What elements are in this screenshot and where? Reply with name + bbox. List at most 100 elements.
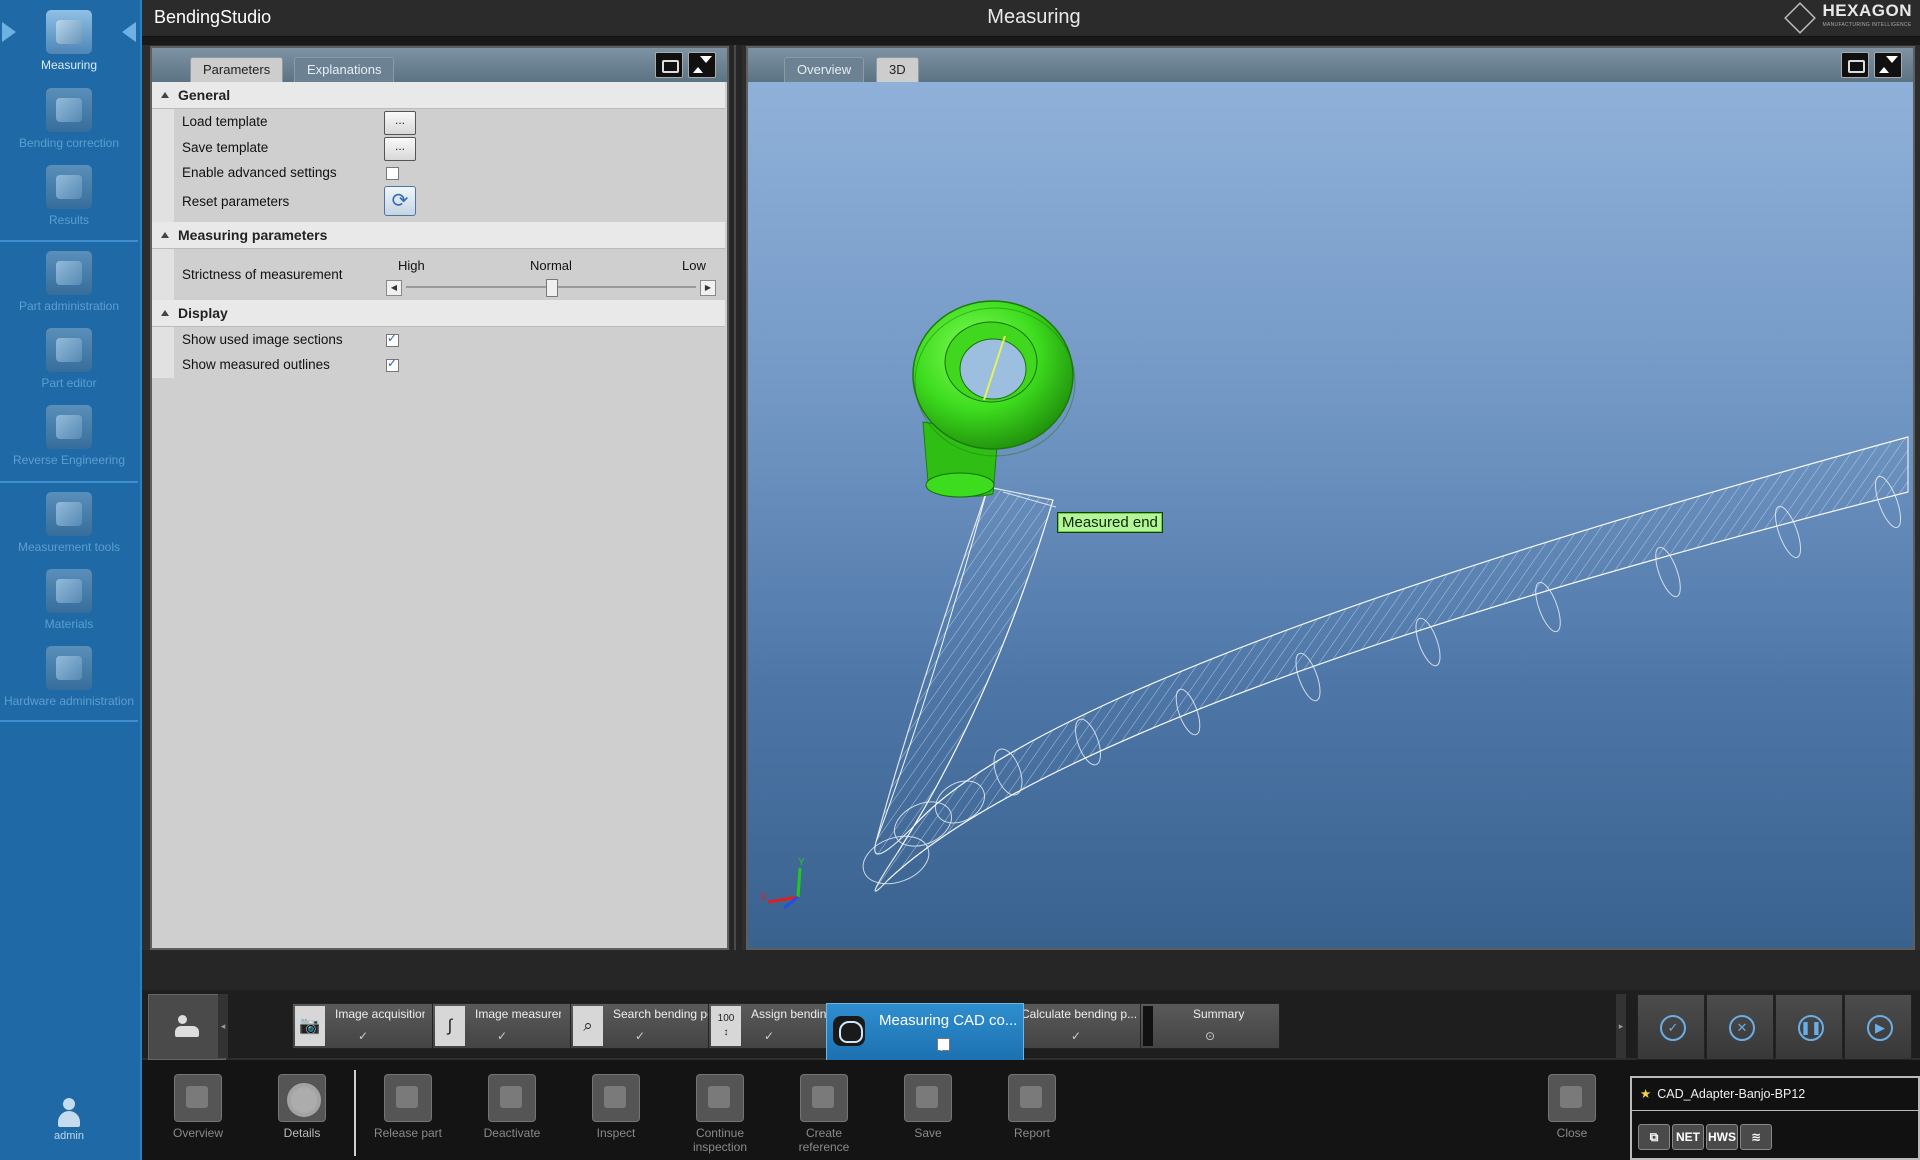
confirm-button[interactable]: ✓ xyxy=(1637,994,1705,1060)
step-status: ⊙ xyxy=(1204,1029,1216,1043)
strictness-normal-label: Normal xyxy=(530,258,572,273)
expand-panel-icon[interactable] xyxy=(1874,52,1902,78)
pause-button[interactable]: ❚❚ xyxy=(1775,994,1843,1060)
sidebar-item-bending-correction[interactable]: Bending correction xyxy=(0,88,138,150)
section-general-header[interactable]: General xyxy=(152,82,725,109)
part-editor-icon xyxy=(46,328,92,372)
measured-end-label: Measured end xyxy=(1057,512,1163,533)
enable-advanced-checkbox[interactable] xyxy=(386,167,399,180)
page-title: Measuring xyxy=(987,6,1081,28)
show-outlines-checkbox[interactable] xyxy=(386,356,399,372)
section-display-header[interactable]: Display xyxy=(152,300,725,327)
step-image-measurement[interactable]: ∫ Image measurement ✓ xyxy=(432,1003,572,1049)
inspect-button[interactable]: Inspect xyxy=(576,1074,656,1140)
tab-explanations[interactable]: Explanations xyxy=(294,57,395,82)
sidebar-item-label: Materials xyxy=(44,617,94,631)
print-icon[interactable] xyxy=(655,52,683,78)
toolbar-label: Create reference xyxy=(798,1126,850,1154)
toolbar-label: Save xyxy=(914,1126,942,1140)
step-summary[interactable]: Summary ⊙ xyxy=(1140,1003,1280,1049)
sidebar-item-results[interactable]: Results xyxy=(0,165,138,227)
reset-parameters-button[interactable]: ⟳ xyxy=(384,186,416,216)
toolbar-divider xyxy=(354,1070,356,1156)
tab-3d[interactable]: 3D xyxy=(876,57,919,82)
user-account[interactable]: admin xyxy=(0,1098,138,1142)
section-rail xyxy=(152,248,174,300)
frame-top xyxy=(142,37,1920,45)
report-icon xyxy=(1008,1074,1056,1122)
step-image-acquisition[interactable]: 📷 Image acquisition ✓ xyxy=(292,1003,434,1049)
save-template-button[interactable]: ... xyxy=(384,137,416,161)
step-calculate-bending[interactable]: Calculate bending p... ✓ xyxy=(1010,1003,1142,1049)
3d-viewport[interactable]: X Y Measured end xyxy=(748,82,1913,948)
slider-increase-icon[interactable]: ▶ xyxy=(700,280,716,296)
sidebar-item-label: Measuring xyxy=(40,58,98,72)
release-part-icon xyxy=(384,1074,432,1122)
sidebar-item-hardware-administration[interactable]: Hardware administration xyxy=(0,646,138,708)
materials-icon xyxy=(46,569,92,613)
pane-splitter-line xyxy=(734,45,736,985)
network-icon[interactable]: ⧉ xyxy=(1638,1124,1670,1150)
user-name: admin xyxy=(54,1130,84,1142)
sidebar-item-label: Results xyxy=(48,213,89,227)
sidebar-item-materials[interactable]: Materials xyxy=(0,569,138,631)
tube-wireframe xyxy=(862,436,1909,892)
show-used-sections-checkbox[interactable] xyxy=(386,331,399,347)
tab-parameters[interactable]: Parameters xyxy=(190,57,284,82)
section-rail xyxy=(152,326,174,378)
workflow-scroll-right[interactable]: ▸ xyxy=(1616,994,1626,1058)
create-reference-icon xyxy=(800,1074,848,1122)
document-info: ★ CAD_Adapter-Banjo-BP12 ⧉ NET HWS ≋ xyxy=(1630,1076,1920,1160)
load-template-button[interactable]: ... xyxy=(384,111,416,135)
sidebar-item-measurement-tools[interactable]: Measurement tools xyxy=(0,492,138,554)
favorite-star-icon[interactable]: ★ xyxy=(1640,1087,1651,1101)
strictness-slider[interactable]: ◀ ▶ xyxy=(386,279,716,297)
sidebar-item-part-editor[interactable]: Part editor xyxy=(0,328,138,390)
close-button[interactable]: Close xyxy=(1532,1074,1612,1140)
pane-splitter[interactable] xyxy=(730,45,742,985)
sidebar-item-label: Bending correction xyxy=(18,136,120,150)
step-assign-bending[interactable]: 100 ↕ Assign bending ✓ xyxy=(708,1003,830,1049)
cancel-icon: ✕ xyxy=(1729,1015,1755,1041)
tab-overview[interactable]: Overview xyxy=(784,57,865,82)
toolbar-label: Report xyxy=(1013,1126,1051,1140)
details-button[interactable]: Details xyxy=(262,1074,342,1140)
play-button[interactable]: ▶ xyxy=(1844,994,1912,1060)
strictness-high-label: High xyxy=(398,258,425,273)
slider-decrease-icon[interactable]: ◀ xyxy=(386,280,402,296)
tube-model-render: X Y xyxy=(760,300,1909,910)
deactivate-button[interactable]: Deactivate xyxy=(472,1074,552,1140)
step-label: Search bending points xyxy=(613,1007,709,1021)
create-reference-button[interactable]: Create reference xyxy=(784,1074,864,1154)
slider-thumb[interactable] xyxy=(546,279,558,297)
cancel-button[interactable]: ✕ xyxy=(1706,994,1774,1060)
step-label: Summary xyxy=(1193,1007,1245,1021)
expand-panel-icon[interactable] xyxy=(688,52,716,78)
operator-button[interactable] xyxy=(148,994,226,1060)
save-template-label: Save template xyxy=(182,140,269,155)
operator-icon xyxy=(175,1015,199,1039)
release-part-button[interactable]: Release part xyxy=(368,1074,448,1140)
net-status-icon[interactable]: NET xyxy=(1672,1124,1704,1150)
step-status: ✓ xyxy=(937,1038,950,1055)
print-icon[interactable] xyxy=(1841,52,1869,78)
continue-inspection-button[interactable]: Continue inspection xyxy=(680,1074,760,1154)
database-icon[interactable]: ≋ xyxy=(1740,1124,1772,1150)
step-label: Image acquisition xyxy=(335,1007,425,1021)
hws-status-icon[interactable]: HWS xyxy=(1706,1124,1738,1150)
save-button[interactable]: Save xyxy=(888,1074,968,1140)
step-measuring-cad-comparison[interactable]: Measuring CAD co... ✓ xyxy=(826,1003,1024,1065)
hexagon-logo: HEXAGON MANUFACTURING INTELLIGENCE xyxy=(1783,2,1912,34)
workflow-scroll-left[interactable]: ◂ xyxy=(218,994,228,1058)
enable-advanced-label: Enable advanced settings xyxy=(182,165,337,180)
toolbar-label: Release part xyxy=(373,1126,443,1140)
report-button[interactable]: Report xyxy=(992,1074,1072,1140)
sidebar-item-reverse-engineering[interactable]: Reverse Engineering xyxy=(0,405,138,467)
sidebar-item-measuring[interactable]: Measuring xyxy=(0,10,138,72)
step-search-bending-points[interactable]: ⌕ Search bending points ✓ xyxy=(570,1003,710,1049)
section-measuring-header[interactable]: Measuring parameters xyxy=(152,222,725,249)
sidebar-item-part-administration[interactable]: Part administration xyxy=(0,251,138,313)
overview-button[interactable]: Overview xyxy=(158,1074,238,1140)
document-name-text: CAD_Adapter-Banjo-BP12 xyxy=(1657,1087,1806,1101)
section-rail xyxy=(152,108,174,222)
